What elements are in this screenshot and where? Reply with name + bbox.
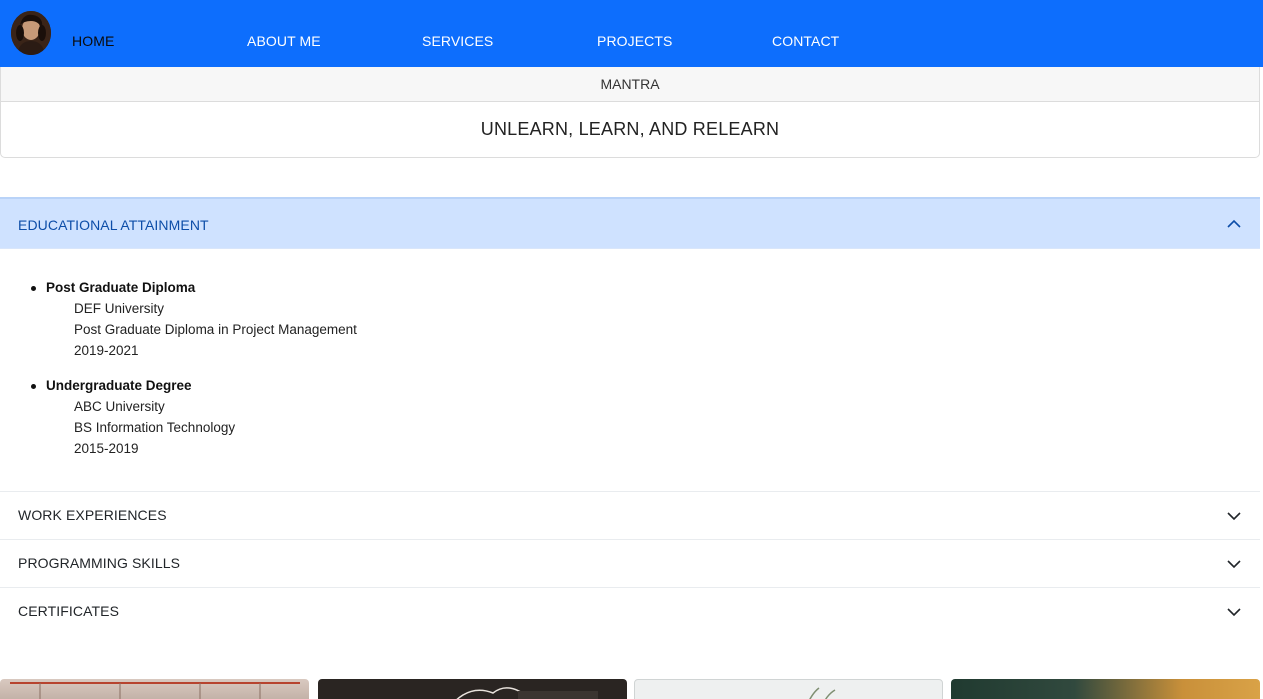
list-item: Undergraduate Degree ABC University BS I… xyxy=(0,375,1260,459)
bullet-icon xyxy=(31,384,36,389)
top-navbar: HOME ABOUT ME SERVICES PROJECTS CONTACT xyxy=(0,0,1263,67)
school-name: ABC University xyxy=(74,399,165,414)
mantra-card: MANTRA UNLEARN, LEARN, AND RELEARN xyxy=(0,67,1260,158)
list-item: Post Graduate Diploma DEF University Pos… xyxy=(0,277,1260,361)
nav-home-link[interactable]: HOME xyxy=(72,33,114,49)
chevron-down-icon xyxy=(1227,607,1241,616)
accordion-header-education[interactable]: EDUCATIONAL ATTAINMENT xyxy=(0,197,1260,249)
year-range: 2019-2021 xyxy=(74,343,139,358)
chevron-down-icon xyxy=(1227,511,1241,520)
year-range: 2015-2019 xyxy=(74,441,139,456)
accordion-item-certificates: CERTIFICATES xyxy=(0,588,1260,635)
chevron-down-icon xyxy=(1227,559,1241,568)
resume-accordion: EDUCATIONAL ATTAINMENT Post Graduate Dip… xyxy=(0,197,1260,635)
mantra-header: MANTRA xyxy=(1,67,1259,102)
accordion-label: WORK EXPERIENCES xyxy=(18,507,167,523)
project-thumbnail[interactable] xyxy=(0,679,309,699)
accordion-label: CERTIFICATES xyxy=(18,603,120,619)
program-name: BS Information Technology xyxy=(74,420,236,435)
bullet-icon xyxy=(31,286,36,291)
accordion-item-skills: PROGRAMMING SKILLS xyxy=(0,540,1260,588)
nav-contact-link[interactable]: CONTACT xyxy=(772,33,839,49)
mantra-text: UNLEARN, LEARN, AND RELEARN xyxy=(480,119,780,139)
school-name: DEF University xyxy=(74,301,165,316)
accordion-header-work[interactable]: WORK EXPERIENCES xyxy=(0,492,1260,539)
nav-services-link[interactable]: SERVICES xyxy=(422,33,493,49)
nav-projects-link[interactable]: PROJECTS xyxy=(597,33,672,49)
accordion-item-education: EDUCATIONAL ATTAINMENT Post Graduate Dip… xyxy=(0,197,1260,492)
nav-about-link[interactable]: ABOUT ME xyxy=(247,33,321,49)
program-name: Post Graduate Diploma in Project Managem… xyxy=(74,322,357,337)
avatar[interactable] xyxy=(11,11,51,55)
project-thumbnail[interactable] xyxy=(318,679,627,699)
project-thumbnail[interactable] xyxy=(951,679,1260,699)
accordion-header-certificates[interactable]: CERTIFICATES xyxy=(0,588,1260,635)
degree-title: Post Graduate Diploma xyxy=(46,280,196,295)
accordion-label: PROGRAMMING SKILLS xyxy=(18,555,181,571)
accordion-item-work: WORK EXPERIENCES xyxy=(0,492,1260,540)
chevron-up-icon xyxy=(1227,219,1241,228)
accordion-header-skills[interactable]: PROGRAMMING SKILLS xyxy=(0,540,1260,587)
accordion-label: EDUCATIONAL ATTAINMENT xyxy=(18,217,209,233)
degree-title: Undergraduate Degree xyxy=(46,378,192,393)
project-thumbnail[interactable] xyxy=(634,679,943,699)
accordion-body-education: Post Graduate Diploma DEF University Pos… xyxy=(0,249,1260,491)
